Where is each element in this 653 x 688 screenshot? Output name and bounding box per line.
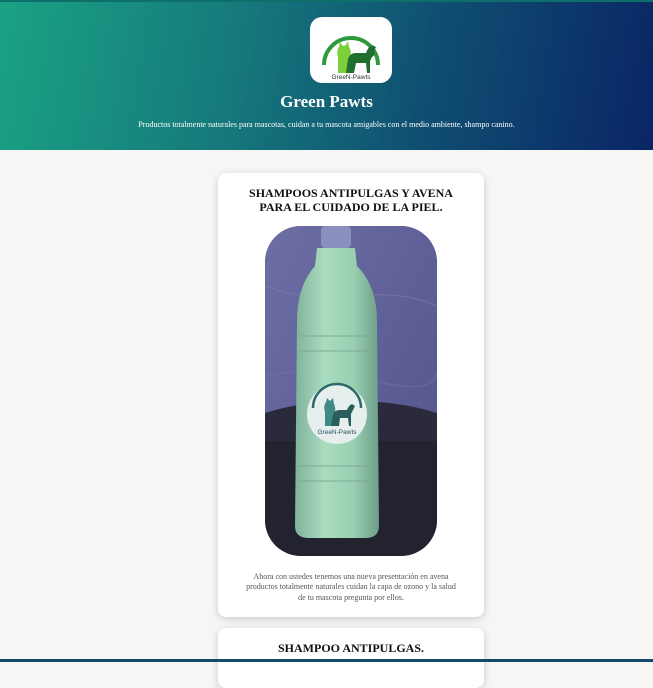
- product-description: Ahora con ustedes tenemos una nueva pres…: [246, 572, 456, 602]
- product-image[interactable]: GreeN-Pawts: [265, 226, 437, 556]
- svg-text:GreeN-Pawts: GreeN-Pawts: [331, 74, 371, 81]
- brand-logo[interactable]: GreeN-Pawts: [310, 17, 392, 83]
- site-tagline: Productos totalmente naturales para masc…: [138, 120, 515, 129]
- product-card: SHAMPOO ANTIPULGAS.: [218, 628, 484, 688]
- product-title: SHAMPOOS ANTIPULGAS Y AVENA PARA EL CUID…: [249, 186, 453, 214]
- product-title: SHAMPOO ANTIPULGAS.: [277, 641, 424, 655]
- site-title: Green Pawts: [280, 92, 373, 111]
- cat-dog-logo-icon: GreeN-Pawts: [322, 36, 380, 81]
- svg-text:GreeN-Pawts: GreeN-Pawts: [317, 429, 357, 436]
- shampoo-bottle-photo: GreeN-Pawts: [265, 226, 437, 556]
- site-header: GreeN-Pawts Green Pawts Productos totalm…: [0, 0, 653, 150]
- product-card: SHAMPOOS ANTIPULGAS Y AVENA PARA EL CUID…: [218, 173, 484, 617]
